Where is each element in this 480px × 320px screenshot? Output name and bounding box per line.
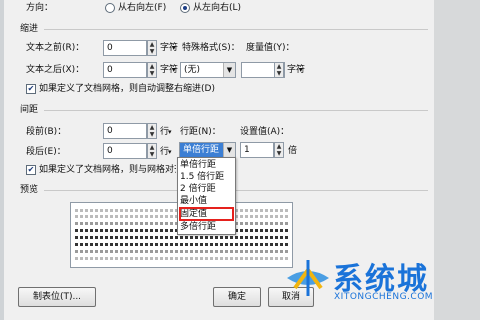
indent-after-spinner[interactable]: ▲ ▼ <box>147 62 157 78</box>
set-value-spinner[interactable]: ▲ ▼ <box>274 142 284 158</box>
direction-label: 方向： <box>26 3 54 13</box>
spacing-before-unit-dropdown-icon[interactable]: ▾ <box>168 126 172 138</box>
indent-divider <box>44 29 428 30</box>
radio-rtl[interactable] <box>105 3 115 13</box>
set-value-unit: 倍 <box>288 146 298 156</box>
preview-line <box>75 243 288 246</box>
measure-label: 度量值(Y)： <box>246 43 295 53</box>
line-spacing-option[interactable]: 1.5 倍行距 <box>180 172 224 183</box>
preview-divider <box>44 190 428 191</box>
indent-after-label: 文本之后(X)： <box>26 65 85 75</box>
radio-ltr-label[interactable]: 从左向右(L) <box>193 2 241 14</box>
spacing-after-spinner[interactable]: ▲ ▼ <box>147 143 157 159</box>
line-spacing-option[interactable]: 多倍行距 <box>180 222 216 233</box>
line-spacing-select[interactable]: 单倍行距 ▼ <box>179 142 236 158</box>
logo-icon <box>287 260 329 296</box>
spacing-after-input[interactable]: 0 <box>103 143 147 159</box>
indent-before-unit-dropdown-icon[interactable]: ▾ <box>172 42 176 54</box>
measure-spinner[interactable]: ▲ ▼ <box>274 62 284 78</box>
highlight-annotation-box <box>179 207 234 221</box>
spacing-before-input[interactable]: 0 <box>103 123 147 139</box>
preview-section-label: 预览 <box>20 185 39 195</box>
set-value-input[interactable]: 1 <box>240 142 274 158</box>
chevron-down-icon: ▼ <box>223 143 235 157</box>
line-spacing-label: 行距(N)： <box>180 127 221 137</box>
line-spacing-dropdown-list: 单倍行距 1.5 倍行距 2 倍行距 最小值 固定值 多倍行距 <box>177 157 236 235</box>
preview-line <box>75 250 288 253</box>
spacing-section-label: 间距 <box>20 105 39 115</box>
indent-before-input[interactable]: 0 <box>103 40 147 56</box>
spacing-grid-checkbox-label[interactable]: 如果定义了文档网格，则与网格对齐 <box>39 164 176 176</box>
special-format-value: (无) <box>184 65 201 75</box>
indent-section-label: 缩进 <box>20 24 39 34</box>
spacing-after-unit-dropdown-icon[interactable]: ▾ <box>168 146 172 158</box>
line-spacing-value: 单倍行距 <box>183 145 220 155</box>
preview-line <box>75 257 288 260</box>
dialog-left-edge <box>0 0 4 320</box>
set-value-label: 设置值(A)： <box>240 127 290 137</box>
measure-unit-dropdown-icon[interactable]: ▾ <box>299 64 303 76</box>
watermark-url: XITONGCHENG.COM <box>334 292 434 302</box>
ok-button[interactable]: 确定 <box>213 287 261 307</box>
spacing-grid-checkbox[interactable]: ✔ <box>26 165 36 175</box>
indent-grid-checkbox[interactable]: ✔ <box>26 84 36 94</box>
line-spacing-option[interactable]: 最小值 <box>180 196 207 207</box>
indent-after-input[interactable]: 0 <box>103 62 147 78</box>
spacing-divider <box>44 110 428 111</box>
spacing-before-spinner[interactable]: ▲ ▼ <box>147 123 157 139</box>
preview-line <box>75 236 288 239</box>
indent-before-spinner[interactable]: ▲ ▼ <box>147 40 157 56</box>
indent-after-unit-dropdown-icon[interactable]: ▾ <box>172 64 176 76</box>
spacing-before-label: 段前(B)： <box>26 127 67 137</box>
special-format-label: 特殊格式(S)： <box>182 43 240 53</box>
indent-grid-checkbox-label[interactable]: 如果定义了文档网格，则自动调整右缩进(D) <box>39 83 215 95</box>
chevron-down-icon: ▼ <box>223 63 235 77</box>
tabs-button[interactable]: 制表位(T)... <box>18 287 96 307</box>
line-spacing-option[interactable]: 2 倍行距 <box>180 184 216 195</box>
indent-before-label: 文本之前(R)： <box>26 43 85 53</box>
background-panel <box>434 0 480 320</box>
special-format-select[interactable]: (无) ▼ <box>180 62 236 78</box>
spacing-after-label: 段后(E)： <box>26 147 66 157</box>
radio-rtl-label[interactable]: 从右向左(F) <box>118 2 166 14</box>
line-spacing-option[interactable]: 单倍行距 <box>180 160 216 171</box>
radio-ltr[interactable] <box>180 3 190 13</box>
